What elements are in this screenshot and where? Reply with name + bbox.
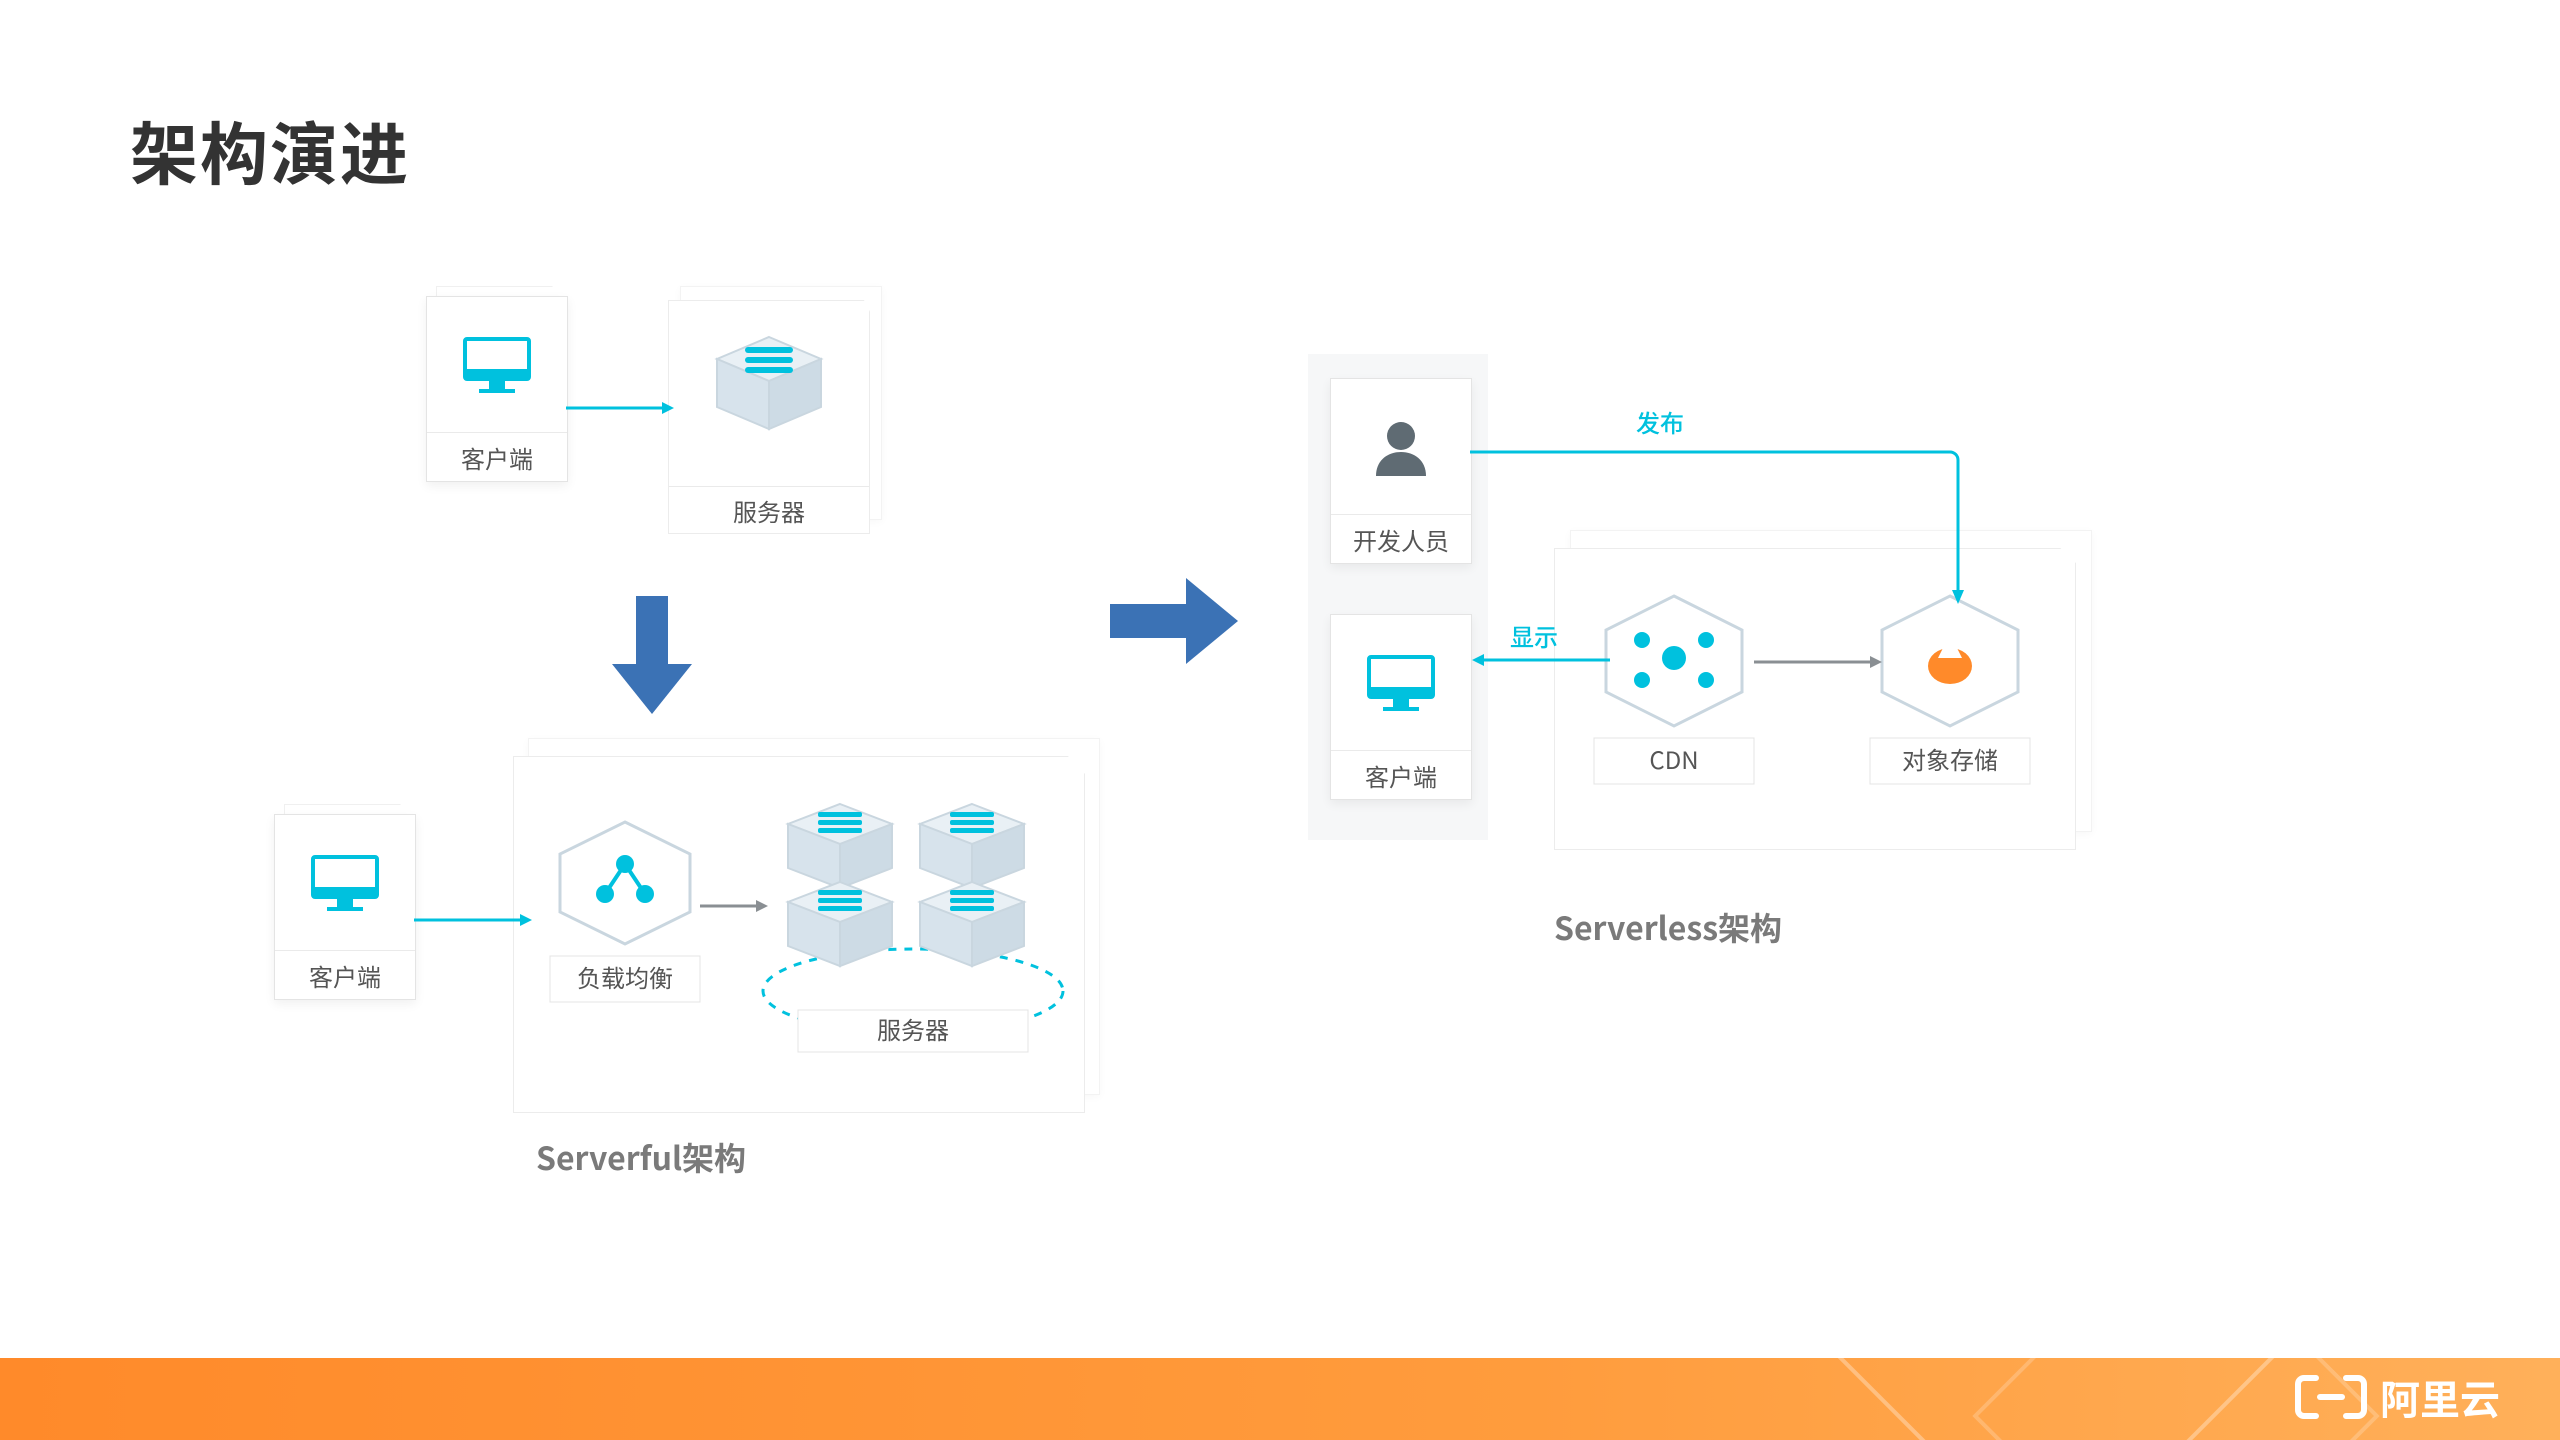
- aliyun-bracket-icon: [2296, 1372, 2366, 1422]
- card-client-2: 客户端: [274, 814, 414, 1000]
- cluster-label: 服务器: [877, 1011, 949, 1046]
- monitor-icon: [427, 297, 567, 432]
- arrow-right-icon: [414, 910, 534, 930]
- card-client-1: 客户端: [426, 296, 566, 482]
- arrow-right-icon: [700, 896, 770, 916]
- edge-label-publish: 发布: [1636, 404, 1684, 439]
- server-cluster-icon: 服务器: [758, 796, 1068, 1056]
- arrow-right-large-icon: [1110, 578, 1240, 664]
- panel-label: 服务器: [669, 486, 869, 533]
- aliyun-logo: 阿里云: [2296, 1368, 2500, 1426]
- hex-label: 负载均衡: [577, 959, 673, 994]
- arrow-publish-icon: [1470, 418, 1970, 638]
- arrow-left-icon: [1470, 650, 1610, 670]
- footer: [0, 1358, 2560, 1440]
- card-label: 开发人员: [1331, 514, 1471, 563]
- arrow-down-large-icon: [612, 596, 692, 716]
- panel-server-single: 服务器: [668, 300, 870, 534]
- brand-text: 阿里云: [2380, 1368, 2500, 1426]
- card-label: 客户端: [1331, 750, 1471, 799]
- load-balancer-icon: 负载均衡: [550, 814, 700, 1009]
- caption-serverful: Serverful架构: [536, 1134, 746, 1180]
- hex-label: CDN: [1649, 741, 1698, 776]
- server-icon: [669, 329, 869, 439]
- edge-label-display: 显示: [1510, 618, 1558, 653]
- page-title: 架构演进: [130, 100, 410, 199]
- arrow-right-icon: [566, 398, 676, 418]
- arrow-right-icon: [1754, 652, 1884, 672]
- hex-label: 对象存储: [1902, 741, 1998, 776]
- card-label: 客户端: [275, 950, 415, 999]
- card-label: 客户端: [427, 432, 567, 481]
- monitor-icon: [275, 815, 415, 950]
- caption-serverless: Serverless架构: [1554, 904, 1782, 950]
- card-developer: 开发人员: [1330, 378, 1470, 564]
- user-icon: [1331, 379, 1471, 514]
- monitor-icon: [1331, 615, 1471, 750]
- card-client-3: 客户端: [1330, 614, 1470, 800]
- slide-root: 架构演进 客户端 服务器: [0, 0, 2560, 1440]
